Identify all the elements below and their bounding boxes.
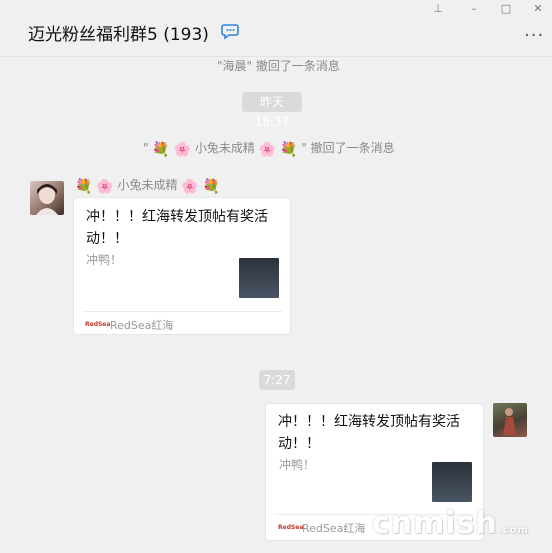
quote-mark: " bbox=[143, 141, 149, 155]
blossom-icon: 🌸 bbox=[173, 142, 192, 158]
watermark-suffix: .com bbox=[497, 525, 529, 536]
sender-name: 💐 🌸 小兔未成精 🌸 💐 bbox=[75, 176, 220, 195]
card-description: 冲鸭！ bbox=[86, 253, 123, 267]
blossom-icon: 🌸 bbox=[258, 142, 277, 158]
timestamp: 昨天 18:37 bbox=[242, 92, 302, 129]
avatar[interactable] bbox=[493, 403, 527, 437]
close-button[interactable]: ✕ bbox=[531, 2, 545, 16]
bouquet-icon: 💐 bbox=[202, 179, 221, 195]
pin-window-button[interactable]: ⊥ bbox=[431, 2, 445, 16]
redsea-logo: RedSea bbox=[278, 524, 304, 531]
card-title: 冲！！！红海转发顶帖有奖活动！！ bbox=[278, 414, 460, 452]
avatar[interactable] bbox=[30, 181, 64, 215]
title-bar: 迈光粉丝福利群5 (193) ⊥ – □ ✕ ··· bbox=[0, 0, 552, 57]
maximize-button[interactable]: □ bbox=[499, 2, 513, 16]
bouquet-icon: 💐 bbox=[75, 179, 93, 195]
bouquet-icon: 💐 bbox=[152, 142, 170, 158]
card-source: RedSea红海 bbox=[302, 522, 366, 535]
avatar-photo-icon bbox=[503, 408, 516, 435]
timestamp: 7:27 bbox=[259, 370, 295, 390]
blossom-icon: 🌸 bbox=[181, 179, 199, 195]
minimize-button[interactable]: – bbox=[467, 2, 481, 16]
card-source: RedSea红海 bbox=[110, 319, 174, 332]
recall-user-name: 小兔未成精 bbox=[194, 141, 255, 155]
avatar-photo-icon bbox=[36, 184, 58, 215]
recall-notice: "海晨" 撤回了一条消息 bbox=[217, 59, 340, 73]
card-thumbnail bbox=[432, 462, 472, 502]
bouquet-icon: 💐 bbox=[280, 142, 298, 158]
redsea-logo: RedSea bbox=[85, 321, 111, 328]
card-divider bbox=[82, 311, 282, 312]
card-title: 冲！！！红海转发顶帖有奖活动！！ bbox=[86, 209, 268, 247]
watermark-main: cnmish bbox=[372, 506, 498, 541]
recall-text: " 撤回了一条消息 bbox=[301, 141, 395, 155]
chat-info-icon[interactable] bbox=[221, 22, 241, 40]
link-card[interactable]: 冲！！！红海转发顶帖有奖活动！！ 冲鸭！ RedSea RedSea红海 bbox=[73, 197, 291, 335]
more-options-button[interactable]: ··· bbox=[524, 26, 544, 46]
card-description: 冲鸭！ bbox=[279, 458, 316, 472]
card-thumbnail bbox=[239, 258, 279, 298]
watermark: cnmish.com bbox=[372, 506, 529, 541]
blossom-icon: 🌸 bbox=[96, 179, 114, 195]
recall-notice-2: " 💐 🌸 小兔未成精 🌸 💐 " 撤回了一条消息 bbox=[143, 139, 395, 158]
sender-name-text: 小兔未成精 bbox=[117, 178, 178, 192]
chat-title: 迈光粉丝福利群5 (193) bbox=[28, 25, 209, 45]
